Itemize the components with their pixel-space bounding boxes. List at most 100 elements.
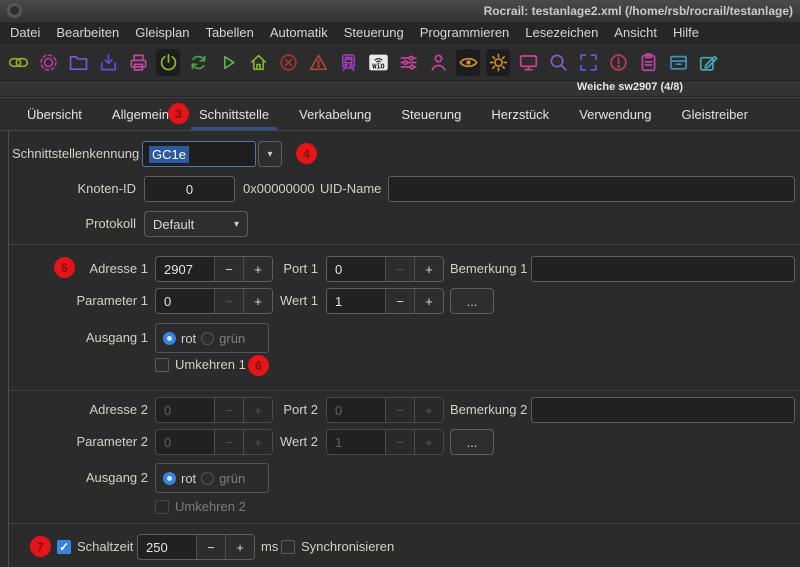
link-icon[interactable]	[6, 49, 30, 76]
value1-choose-button[interactable]: ...	[450, 288, 494, 314]
switchtime-spinner[interactable]: 250 − +	[137, 534, 255, 560]
value2-increment-button: +	[414, 430, 443, 454]
annotation-badge-5: 5	[54, 257, 75, 278]
train-icon[interactable]	[336, 49, 360, 76]
interface-id-combobox[interactable]: GC1e	[142, 141, 256, 167]
tab-allgemein-label: Allgemein	[112, 107, 169, 122]
switchtime-unit-label: ms	[261, 534, 278, 560]
menu-item-gleisplan[interactable]: Gleisplan	[127, 22, 197, 44]
edit-icon[interactable]	[696, 49, 720, 76]
switchtime-increment-button[interactable]: +	[225, 535, 254, 559]
section-separator	[9, 523, 800, 524]
power-icon[interactable]	[156, 49, 180, 76]
node-id-input[interactable]	[144, 176, 235, 202]
warning-icon[interactable]	[306, 49, 330, 76]
port1-decrement-button[interactable]: −	[385, 257, 414, 281]
menu-item-programmieren[interactable]: Programmieren	[412, 22, 518, 44]
menu-item-hilfe[interactable]: Hilfe	[665, 22, 707, 44]
menu-item-lesezeichen[interactable]: Lesezeichen	[517, 22, 606, 44]
address1-increment-button[interactable]: +	[243, 257, 272, 281]
protocol-select[interactable]: Default ▾	[144, 211, 248, 237]
tab-verwendung[interactable]: Verwendung	[571, 98, 659, 130]
clipboard-icon[interactable]	[636, 49, 660, 76]
tab-steuerung[interactable]: Steuerung	[393, 98, 469, 130]
param2-spinner: 0 − +	[155, 429, 273, 455]
menu-item-automatik[interactable]: Automatik	[262, 22, 336, 44]
brightness-icon[interactable]	[486, 49, 510, 76]
archive-icon[interactable]	[666, 49, 690, 76]
menu-item-steuerung[interactable]: Steuerung	[336, 22, 412, 44]
protocol-value: Default	[153, 217, 194, 232]
tab-gleistreiber[interactable]: Gleistreiber	[673, 98, 755, 130]
search-icon[interactable]	[546, 49, 570, 76]
section-separator	[9, 390, 800, 391]
train-glyph	[338, 52, 359, 73]
output1-red-radio[interactable]	[163, 332, 176, 345]
output1-green-radio[interactable]	[201, 332, 214, 345]
menu-item-ansicht[interactable]: Ansicht	[606, 22, 665, 44]
synchronize-checkbox[interactable]	[281, 540, 295, 554]
remark2-input[interactable]	[531, 397, 795, 423]
param1-increment-button[interactable]: +	[243, 289, 272, 313]
open-folder-icon[interactable]	[66, 49, 90, 76]
eye-icon[interactable]	[456, 49, 480, 76]
port1-input[interactable]: 0	[327, 257, 385, 281]
param2-decrement-button: −	[214, 430, 243, 454]
remark1-input[interactable]	[531, 256, 795, 282]
invert1-checkbox[interactable]	[155, 358, 169, 372]
sliders-glyph	[398, 52, 419, 73]
tab-verkabelung[interactable]: Verkabelung	[291, 98, 379, 130]
value1-decrement-button[interactable]: −	[385, 289, 414, 313]
play-icon[interactable]	[216, 49, 240, 76]
value2-choose-button[interactable]: ...	[450, 429, 494, 455]
tab-allgemein[interactable]: Allgemein3	[104, 98, 177, 130]
value1-spinner[interactable]: 1 − +	[326, 288, 444, 314]
sliders-icon[interactable]	[396, 49, 420, 76]
address1-decrement-button[interactable]: −	[214, 257, 243, 281]
uid-name-input[interactable]	[388, 176, 795, 202]
interface-id-value: GC1e	[149, 146, 189, 163]
output2-red-radio[interactable]	[163, 472, 176, 485]
expand-icon[interactable]	[576, 49, 600, 76]
output1-red-label: rot	[181, 331, 196, 346]
port1-spinner[interactable]: 0 − +	[326, 256, 444, 282]
tab-herzstueck[interactable]: Herzstück	[483, 98, 557, 130]
info-icon[interactable]	[606, 49, 630, 76]
switchtime-input[interactable]: 250	[138, 535, 196, 559]
address1-spinner[interactable]: 2907 − +	[155, 256, 273, 282]
param1-input[interactable]: 0	[156, 289, 214, 313]
address2-label: Adresse 2	[13, 397, 148, 423]
stop-icon[interactable]	[276, 49, 300, 76]
home-icon[interactable]	[246, 49, 270, 76]
value1-increment-button[interactable]: +	[414, 289, 443, 313]
value2-input: 1	[327, 430, 385, 454]
tab-schnittstelle[interactable]: Schnittstelle	[191, 98, 277, 130]
archive-glyph	[668, 52, 689, 73]
save-icon[interactable]	[96, 49, 120, 76]
user-icon[interactable]	[426, 49, 450, 76]
invert1-label: Umkehren 1	[175, 352, 246, 378]
value1-input[interactable]: 1	[327, 289, 385, 313]
output1-label: Ausgang 1	[13, 323, 148, 353]
port2-decrement-button: −	[385, 398, 414, 422]
node-id-label: Knoten-ID	[13, 176, 136, 202]
tab-uebersicht[interactable]: Übersicht	[19, 98, 90, 130]
interface-id-dropdown-button[interactable]: ▾	[258, 141, 282, 167]
menu-item-datei[interactable]: Datei	[2, 22, 48, 44]
param1-spinner[interactable]: 0 − +	[155, 288, 273, 314]
menu-item-tabellen[interactable]: Tabellen	[197, 22, 261, 44]
output2-green-radio[interactable]	[201, 472, 214, 485]
switchtime-decrement-button[interactable]: −	[196, 535, 225, 559]
param1-decrement-button[interactable]: −	[214, 289, 243, 313]
port1-increment-button[interactable]: +	[414, 257, 443, 281]
monitor-icon[interactable]	[516, 49, 540, 76]
address1-input[interactable]: 2907	[156, 257, 214, 281]
print-icon[interactable]	[126, 49, 150, 76]
tabbar: Übersicht Allgemein3 Schnittstelle Verka…	[0, 97, 800, 131]
switchtime-checkbox[interactable]	[57, 540, 71, 554]
dialog-title: Weiche sw2907 (4/8)	[577, 81, 683, 93]
wio-icon[interactable]: WiO	[366, 49, 390, 76]
menu-item-bearbeiten[interactable]: Bearbeiten	[48, 22, 127, 44]
settings-gear-icon[interactable]	[36, 49, 60, 76]
refresh-icon[interactable]	[186, 49, 210, 76]
